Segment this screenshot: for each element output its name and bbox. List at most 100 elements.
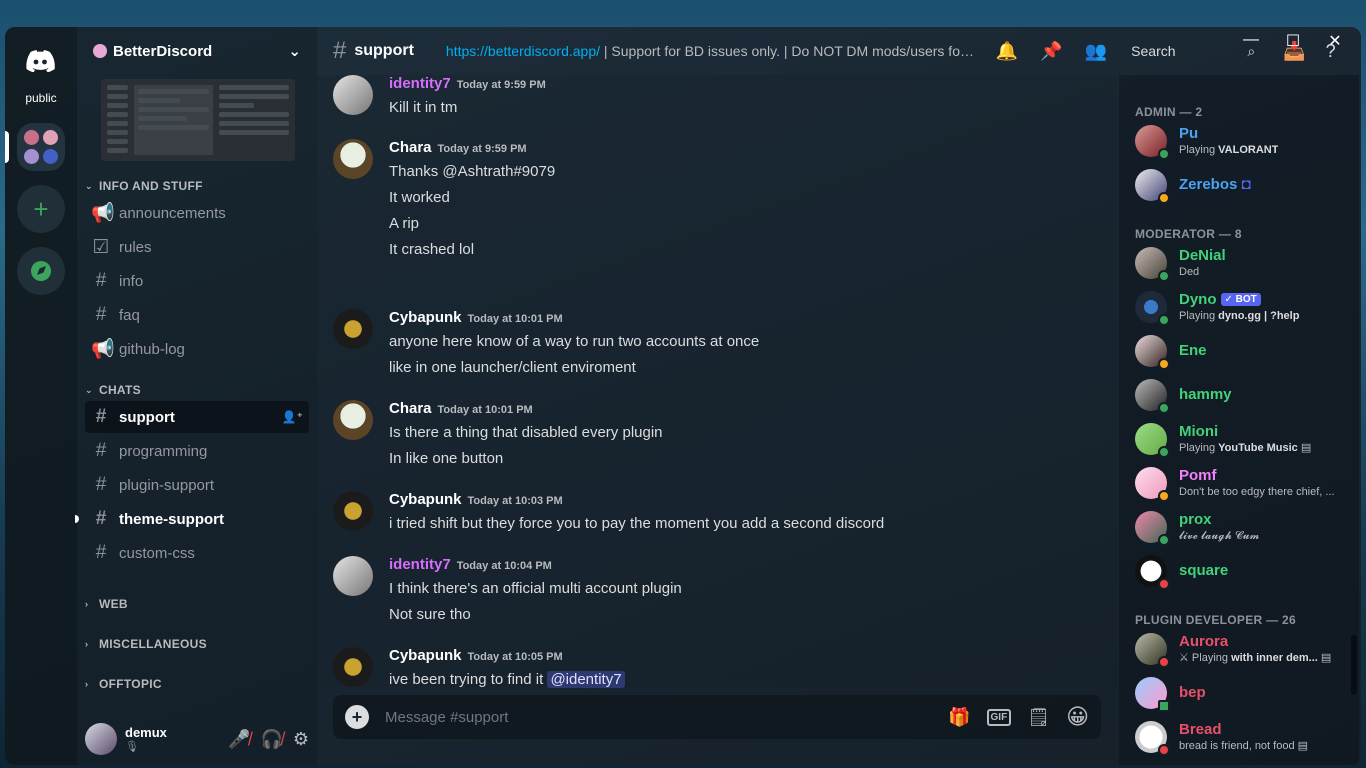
member-item[interactable]: hammy [1119, 373, 1359, 417]
add-server-button[interactable]: + [17, 185, 65, 233]
sticker-icon[interactable]: 🗒 [1027, 707, 1050, 728]
mute-mic-button[interactable]: 🎤̸ [228, 729, 250, 750]
avatar[interactable] [333, 309, 373, 349]
avatar [1135, 721, 1170, 756]
hash-icon: # [95, 508, 107, 529]
member-item[interactable]: bep [1119, 671, 1359, 715]
message-text: i tried shift but they force you to pay … [389, 515, 885, 532]
user-mention[interactable]: @identity7 [547, 671, 625, 688]
gear-icon[interactable]: ⚙ [293, 729, 309, 750]
channel-custom-css[interactable]: # custom-css [85, 537, 309, 569]
avatar[interactable] [333, 491, 373, 531]
category-miscellaneous[interactable]: › MISCELLANEOUS [77, 635, 317, 653]
message-author[interactable]: identity7 [389, 75, 451, 92]
selected-pill [5, 131, 9, 163]
server-icon[interactable] [43, 149, 58, 164]
deafen-button[interactable]: 🎧̸ [260, 729, 282, 750]
channel-plugin-support[interactable]: # plugin-support [85, 469, 309, 501]
member-item[interactable]: Aurora ⚔ Playing with inner dem... ▤ [1119, 627, 1359, 671]
server-name: BetterDiscord [113, 42, 213, 60]
message-group: Chara Today at 10:01 PM Is there a thing … [333, 400, 663, 472]
member-list-scrollbar[interactable] [1351, 635, 1357, 695]
server-list: public + [5, 27, 77, 765]
server-icon[interactable] [24, 149, 39, 164]
member-item[interactable]: DeNial Ded [1119, 241, 1359, 285]
member-item[interactable]: Zerebos ◘ [1119, 163, 1359, 207]
rich-presence-icon: ▤ [1300, 442, 1312, 454]
avatar[interactable] [333, 556, 373, 596]
channel-topic[interactable]: https://betterdiscord.app/ | Support for… [446, 43, 976, 59]
topic-link[interactable]: https://betterdiscord.app/ [446, 43, 600, 59]
status-idle-icon [1158, 490, 1170, 502]
public-label: public [25, 91, 57, 105]
megaphone-icon: 📢 [91, 339, 115, 360]
minimize-button[interactable]: — [1239, 31, 1263, 51]
maximize-button[interactable]: ☐ [1281, 31, 1305, 51]
bell-icon[interactable]: 🔔 [996, 41, 1018, 62]
status-idle-icon [1158, 192, 1170, 204]
emoji-button[interactable]: 😀 [1066, 704, 1089, 730]
message-author[interactable]: Cybapunk [389, 309, 462, 326]
message-author[interactable]: Chara [389, 139, 432, 156]
member-item[interactable]: Mioni Playing YouTube Music ▤ [1119, 417, 1359, 461]
category-info[interactable]: ⌄ INFO AND STUFF [77, 177, 317, 195]
explore-servers-button[interactable] [17, 247, 65, 295]
status-dnd-icon [1158, 656, 1170, 668]
server-icon[interactable] [43, 130, 58, 145]
message-author[interactable]: identity7 [389, 556, 451, 573]
server-header[interactable]: BetterDiscord ⌄ [77, 27, 317, 75]
channel-info[interactable]: # info [85, 265, 309, 297]
role-header: PLUGIN DEVELOPER — 26 [1135, 613, 1296, 627]
avatar[interactable] [333, 75, 373, 115]
custom-status-icon: 🎙 [125, 741, 139, 753]
close-button[interactable]: ✕ [1323, 31, 1347, 51]
message-text: anyone here know of a way to run two acc… [389, 333, 760, 350]
message-group: identity7 Today at 9:59 PM Kill it in tm [333, 75, 546, 121]
member-item[interactable]: Dyno ✓ BOT Playing dyno.gg | ?help [1119, 285, 1359, 329]
message-timestamp: Today at 10:01 PM [467, 313, 563, 325]
member-item[interactable]: Pomf Don't be too edgy there chief, ... [1119, 461, 1359, 505]
channel-announcements[interactable]: 📢 announcements [85, 197, 309, 229]
avatar[interactable] [85, 723, 117, 755]
hash-icon: # [95, 440, 107, 461]
chevron-down-icon[interactable]: ⌄ [288, 42, 301, 60]
avatar[interactable] [333, 647, 373, 687]
member-item[interactable]: square [1119, 549, 1359, 593]
message-group: Chara Today at 9:59 PM Thanks @Ashtrath#9… [333, 139, 555, 263]
message-text: Kill it in tm [389, 99, 458, 116]
category-offtopic[interactable]: › OFFTOPIC [77, 675, 317, 693]
server-folder[interactable] [5, 123, 65, 171]
avatar[interactable] [333, 139, 373, 179]
channel-theme-support[interactable]: # theme-support [75, 503, 309, 535]
chat-header: # support https://betterdiscord.app/ | S… [317, 27, 1361, 75]
channel-faq[interactable]: # faq [85, 299, 309, 331]
channel-support[interactable]: # support 👤⁺ [85, 401, 309, 433]
upload-plus-button[interactable]: + [345, 705, 369, 729]
rules-check-icon: ☑ [92, 236, 110, 258]
category-web[interactable]: › WEB [77, 595, 317, 613]
betterdiscord-logo-icon [93, 44, 107, 58]
channel-rules[interactable]: ☑ rules [85, 231, 309, 263]
members-icon[interactable]: 👥 [1085, 41, 1107, 62]
category-chats[interactable]: ⌄ CHATS [77, 381, 317, 399]
message-text: ive been trying to find it @identity7 [389, 667, 625, 693]
create-invite-icon[interactable]: 👤⁺ [282, 410, 303, 424]
member-item[interactable]: Ene [1119, 329, 1359, 373]
pin-icon[interactable]: 📌 [1040, 41, 1062, 62]
member-item[interactable]: Pu Playing VALORANT [1119, 119, 1359, 163]
message-author[interactable]: Cybapunk [389, 491, 462, 508]
channel-github-log[interactable]: 📢 github-log [85, 333, 309, 365]
chevron-down-icon: ⌄ [85, 180, 93, 191]
member-item[interactable]: Bread bread is friend, not food ▤ [1119, 715, 1359, 759]
message-input[interactable]: Message #support [385, 709, 508, 726]
avatar [1135, 379, 1170, 414]
channel-programming[interactable]: # programming [85, 435, 309, 467]
message-author[interactable]: Cybapunk [389, 647, 462, 664]
server-icon[interactable] [24, 130, 39, 145]
member-item[interactable]: prox 𝓵𝓲𝓿𝓮 𝓵𝓪𝓾𝓰𝓱 𝓒𝓾𝓶 [1119, 505, 1359, 549]
avatar[interactable] [333, 400, 373, 440]
message-author[interactable]: Chara [389, 400, 432, 417]
gif-button[interactable]: GIF [986, 708, 1012, 726]
home-button[interactable] [17, 37, 65, 85]
gift-icon[interactable]: 🎁 [948, 707, 970, 728]
